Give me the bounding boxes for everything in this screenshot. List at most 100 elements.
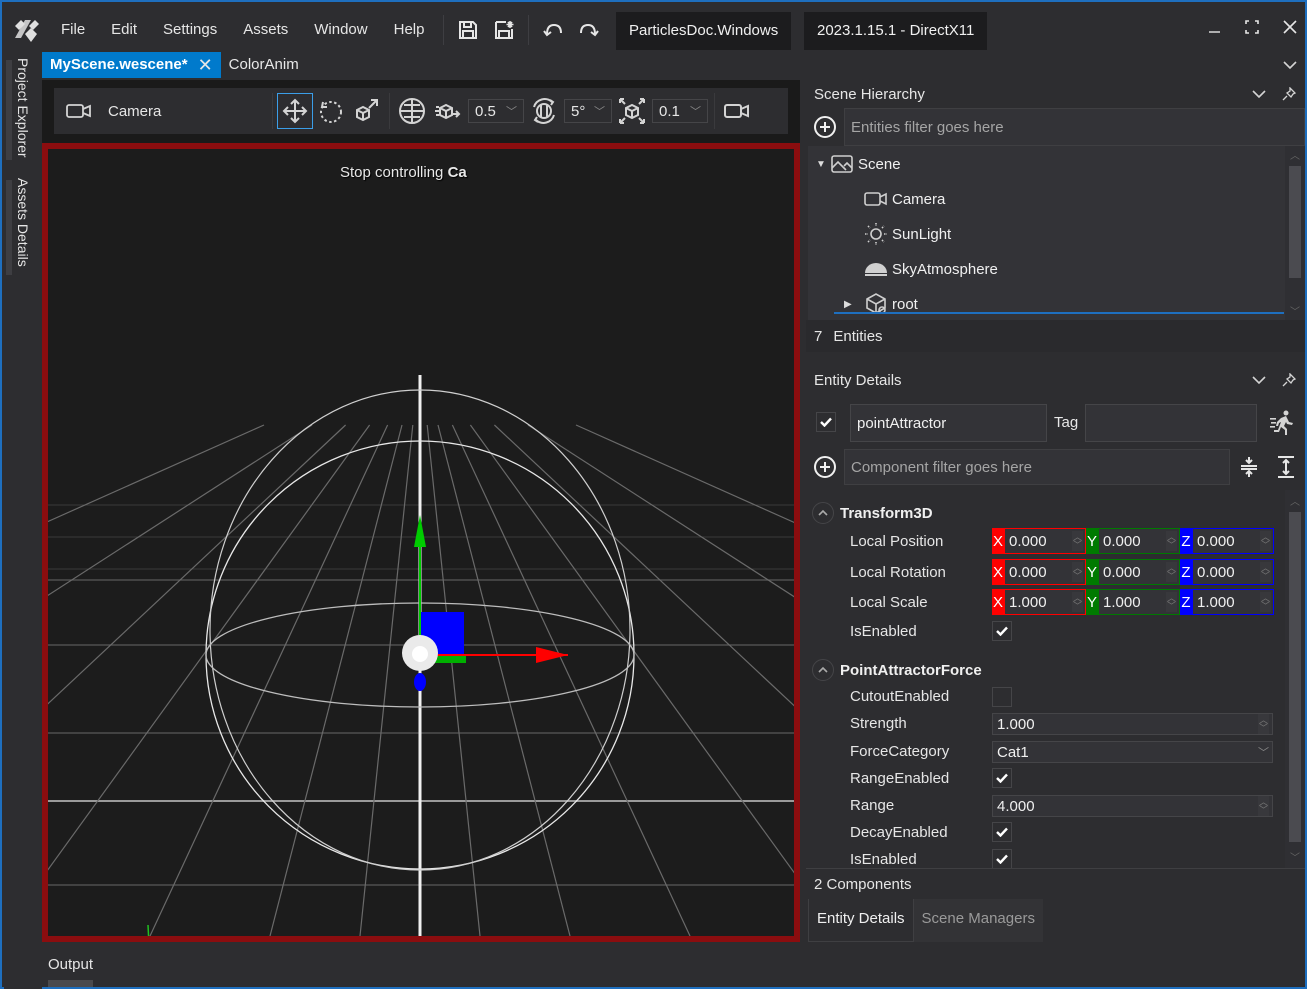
tree-item-scene[interactable]: ▼ Scene <box>816 149 901 179</box>
camera-options-button[interactable] <box>719 93 755 129</box>
forcecategory-select[interactable]: Cat1 ﹀ <box>992 741 1273 763</box>
spinner-icon[interactable]: ︿ ﹀ <box>1257 796 1269 816</box>
rotate-snap-select[interactable]: 5° ﹀ <box>564 99 612 123</box>
local-position-z-input[interactable]: 0.000 ︿ ﹀ <box>1192 528 1274 554</box>
sun-icon <box>865 223 887 245</box>
close-window-button[interactable] <box>1272 12 1307 42</box>
entities-filter-input[interactable] <box>844 108 1305 146</box>
save-all-button[interactable] <box>486 12 522 48</box>
scale-snap-toggle[interactable] <box>614 93 650 129</box>
collapse-component-button[interactable] <box>812 502 834 524</box>
component-header-pointattractorforce[interactable]: PointAttractorForce <box>812 659 982 681</box>
cutoutenabled-checkbox[interactable] <box>992 687 1012 707</box>
menu-settings[interactable]: Settings <box>150 12 230 48</box>
scroll-down-icon[interactable]: ﹀ <box>1285 848 1305 864</box>
force-isenabled-checkbox[interactable] <box>992 849 1012 868</box>
collapsed-caret-icon[interactable]: ▶ <box>844 299 854 310</box>
expand-all-button[interactable] <box>1268 456 1304 478</box>
local-rotation-x-input[interactable]: 0.000 ︿ ﹀ <box>1004 559 1086 585</box>
minimize-button[interactable] <box>1197 12 1233 42</box>
menu-edit[interactable]: Edit <box>98 12 150 48</box>
tree-item-sunlight[interactable]: SunLight <box>864 219 951 249</box>
collapse-all-button[interactable] <box>1230 456 1268 478</box>
tab-label: ColorAnim <box>228 56 299 73</box>
dock-tab-assets-details[interactable]: Assets Details <box>10 176 36 281</box>
tag-input[interactable] <box>1085 404 1257 442</box>
scroll-down-icon[interactable]: ﹀ <box>1285 302 1305 318</box>
spinner-icon[interactable]: ︿ ﹀ <box>1071 531 1083 551</box>
menu-file[interactable]: File <box>48 12 98 48</box>
component-filter-input[interactable] <box>844 449 1230 485</box>
scroll-up-icon[interactable]: ︿ <box>1285 146 1305 162</box>
viewport-canvas[interactable]: Stop controlling Ca <box>42 143 800 942</box>
panel-menu-button[interactable] <box>1251 86 1267 102</box>
translate-snap-toggle[interactable] <box>430 93 466 129</box>
scale-tool-button[interactable] <box>349 93 385 129</box>
spinner-icon[interactable]: ︿ ﹀ <box>1259 531 1271 551</box>
translate-tool-button[interactable] <box>277 93 313 129</box>
local-scale-x-input[interactable]: 1.000 ︿ ﹀ <box>1004 589 1086 615</box>
components-scrollbar[interactable]: ︿ ﹀ <box>1285 490 1305 868</box>
scroll-up-icon[interactable]: ︿ <box>1285 492 1305 508</box>
output-tab[interactable]: Output <box>48 956 93 973</box>
strength-input[interactable]: 1.000 ︿ ﹀ <box>992 713 1273 735</box>
dock-tab-project-explorer[interactable]: Project Explorer <box>10 56 36 166</box>
maximize-button[interactable] <box>1234 12 1270 42</box>
rotate-snap-toggle[interactable] <box>526 93 562 129</box>
local-scale-z-input[interactable]: 1.000 ︿ ﹀ <box>1192 589 1274 615</box>
stop-controlling-camera-button[interactable]: Stop controlling Ca <box>340 164 467 181</box>
hierarchy-scrollbar[interactable]: ︿ ﹀ <box>1285 146 1305 320</box>
undo-button[interactable] <box>535 12 571 48</box>
collapse-component-button[interactable] <box>812 659 834 681</box>
spinner-icon[interactable]: ︿ ﹀ <box>1165 592 1177 612</box>
rotate-tool-button[interactable] <box>313 93 349 129</box>
spinner-icon[interactable]: ︿ ﹀ <box>1259 562 1271 582</box>
entity-enabled-checkbox[interactable] <box>816 412 836 432</box>
local-rotation-z-input[interactable]: 0.000 ︿ ﹀ <box>1192 559 1274 585</box>
translate-snap-select[interactable]: 0.5 ﹀ <box>468 99 524 123</box>
tree-item-skyatmosphere[interactable]: SkyAtmosphere <box>864 254 998 284</box>
tree-item-camera[interactable]: Camera <box>864 184 945 214</box>
camera-selector[interactable]: Camera <box>54 103 268 120</box>
tree-item-root[interactable]: ▶ root <box>844 289 918 319</box>
spinner-icon[interactable]: ︿ ﹀ <box>1259 592 1271 612</box>
menu-window[interactable]: Window <box>301 12 380 48</box>
rangeenabled-checkbox[interactable] <box>992 768 1012 788</box>
save-button[interactable] <box>450 12 486 48</box>
scale-snap-select[interactable]: 0.1 ﹀ <box>652 99 708 123</box>
add-component-button[interactable] <box>806 448 844 486</box>
redo-button[interactable] <box>571 12 607 48</box>
add-entity-button[interactable] <box>806 108 844 146</box>
close-tab-icon[interactable]: ✕ <box>198 52 213 78</box>
local-rotation-y-input[interactable]: 0.000 ︿ ﹀ <box>1098 559 1180 585</box>
menu-assets[interactable]: Assets <box>230 12 301 48</box>
spinner-icon[interactable]: ︿ ﹀ <box>1071 592 1083 612</box>
local-position-x-input[interactable]: 0.000 ︿ ﹀ <box>1004 528 1086 554</box>
decayenabled-checkbox[interactable] <box>992 822 1012 842</box>
tab-myscene[interactable]: MyScene.wescene* ✕ <box>42 52 221 78</box>
component-header-transform3d[interactable]: Transform3D <box>812 502 933 524</box>
run-behaviors-button[interactable] <box>1268 408 1296 436</box>
pin-panel-button[interactable] <box>1281 372 1297 388</box>
scroll-thumb[interactable] <box>1289 166 1301 278</box>
spinner-icon[interactable]: ︿ ﹀ <box>1165 562 1177 582</box>
entity-name-input[interactable] <box>850 404 1047 442</box>
world-local-toggle[interactable] <box>394 93 430 129</box>
snap-scale-icon <box>619 98 645 124</box>
expanded-caret-icon[interactable]: ▼ <box>816 159 826 170</box>
scroll-thumb[interactable] <box>1289 512 1301 842</box>
pin-panel-button[interactable] <box>1281 86 1297 102</box>
transform-isenabled-checkbox[interactable] <box>992 621 1012 641</box>
spinner-icon[interactable]: ︿ ﹀ <box>1165 531 1177 551</box>
range-input[interactable]: 4.000 ︿ ﹀ <box>992 795 1273 817</box>
local-scale-y-input[interactable]: 1.000 ︿ ﹀ <box>1098 589 1180 615</box>
tabs-overflow-button[interactable] <box>1279 54 1301 76</box>
tab-scene-managers[interactable]: Scene Managers <box>913 899 1043 942</box>
panel-menu-button[interactable] <box>1251 372 1267 388</box>
tab-coloranim[interactable]: ColorAnim <box>221 52 307 78</box>
menu-help[interactable]: Help <box>381 12 438 48</box>
spinner-icon[interactable]: ︿ ﹀ <box>1257 714 1269 734</box>
local-position-y-input[interactable]: 0.000 ︿ ﹀ <box>1098 528 1180 554</box>
tab-entity-details[interactable]: Entity Details <box>808 899 914 942</box>
spinner-icon[interactable]: ︿ ﹀ <box>1071 562 1083 582</box>
